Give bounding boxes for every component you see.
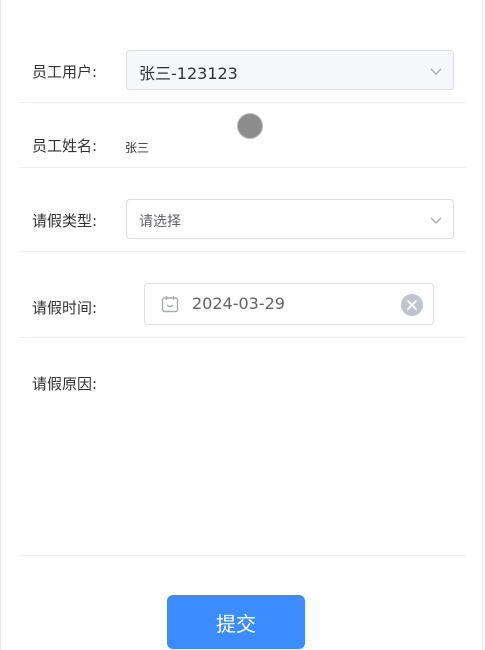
employee-name-value: 张三 [125,141,150,155]
leave-time-label: 请假时间: [32,299,98,317]
employee-user-value: 张三-123123 [139,64,238,83]
employee-user-select[interactable]: 张三-123123 [126,50,454,90]
leave-type-label: 请假类型: [32,212,98,230]
leave-time-picker[interactable]: 2024-03-29 [144,283,434,325]
divider [19,102,466,103]
leave-time-value: 2024-03-29 [192,294,285,313]
chevron-down-icon [430,68,442,75]
divider [19,555,466,556]
form-panel: 员工用户: 张三-123123 员工姓名: 张三 请假类型: 请选择 请假时间:… [0,0,483,650]
submit-button[interactable]: 提交 [167,595,305,649]
clear-icon[interactable] [401,294,423,316]
employee-user-label: 员工用户: [32,63,98,81]
touch-indicator [237,113,263,139]
leave-type-placeholder: 请选择 [139,214,181,230]
divider [19,251,466,252]
leave-type-select[interactable]: 请选择 [126,199,454,239]
divider [19,167,466,168]
calendar-icon [161,296,179,313]
leave-reason-label: 请假原因: [32,375,98,393]
leave-reason-textarea[interactable] [126,360,466,550]
chevron-down-icon [430,217,442,224]
employee-name-label: 员工姓名: [32,137,98,155]
divider [19,337,466,338]
